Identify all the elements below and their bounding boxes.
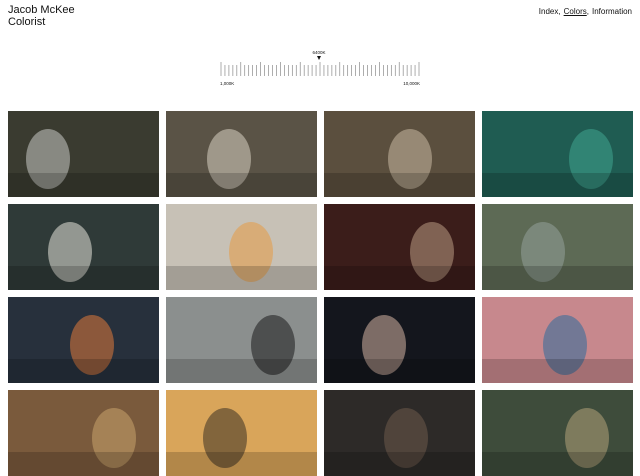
thumbnail-image xyxy=(166,390,317,476)
color-temperature-slider[interactable]: 6400K 1,000K 10,000K xyxy=(220,48,420,92)
brand[interactable]: Jacob McKee Colorist xyxy=(8,4,75,28)
thumbnail-image xyxy=(8,111,159,197)
thumbnail-tile[interactable] xyxy=(8,390,159,476)
thumbnail-tile[interactable] xyxy=(166,390,317,476)
nav-colors[interactable]: Colors xyxy=(564,7,587,16)
slider-handle-icon[interactable] xyxy=(317,56,321,60)
thumbnail-image xyxy=(482,297,633,383)
brand-role: Colorist xyxy=(8,15,46,28)
slider-current-value: 6400K xyxy=(312,50,326,55)
thumbnail-tile[interactable] xyxy=(324,204,475,290)
thumbnail-tile[interactable] xyxy=(166,204,317,290)
thumbnail-tile[interactable] xyxy=(324,390,475,476)
thumbnail-image xyxy=(166,297,317,383)
thumbnail-tile[interactable] xyxy=(482,297,633,383)
thumbnail-tile[interactable] xyxy=(482,390,633,476)
thumbnail-image xyxy=(482,390,633,476)
thumbnail-image xyxy=(324,297,475,383)
thumbnail-tile[interactable] xyxy=(166,297,317,383)
slider-track[interactable] xyxy=(220,62,420,78)
thumbnail-tile[interactable] xyxy=(166,111,317,197)
brand-name: Jacob McKee xyxy=(8,4,75,16)
thumbnail-image xyxy=(324,204,475,290)
thumbnail-tile[interactable] xyxy=(8,297,159,383)
thumbnail-tile[interactable] xyxy=(8,204,159,290)
main-nav: Index, Colors, Information xyxy=(538,7,632,16)
thumbnail-tile[interactable] xyxy=(324,297,475,383)
thumbnail-image xyxy=(482,204,633,290)
thumbnail-tile[interactable] xyxy=(482,111,633,197)
thumbnail-image xyxy=(166,111,317,197)
thumbnail-tile[interactable] xyxy=(8,111,159,197)
thumbnail-tile[interactable] xyxy=(324,111,475,197)
nav-index[interactable]: Index xyxy=(539,7,559,16)
nav-information[interactable]: Information xyxy=(592,7,632,16)
thumbnail-grid xyxy=(8,111,634,476)
slider-max-label: 10,000K xyxy=(403,81,420,86)
thumbnail-image xyxy=(8,390,159,476)
thumbnail-image xyxy=(8,204,159,290)
thumbnail-image xyxy=(324,111,475,197)
slider-min-label: 1,000K xyxy=(220,81,235,86)
thumbnail-image xyxy=(324,390,475,476)
thumbnail-image xyxy=(482,111,633,197)
thumbnail-tile[interactable] xyxy=(482,204,633,290)
thumbnail-image xyxy=(166,204,317,290)
thumbnail-image xyxy=(8,297,159,383)
